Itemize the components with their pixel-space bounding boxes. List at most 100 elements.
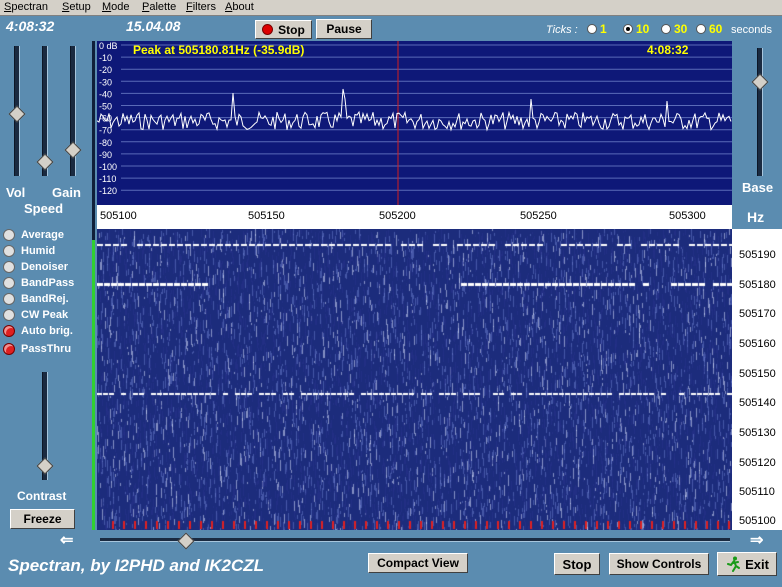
freq-label: 505200 xyxy=(379,210,416,222)
wf-scale-label: 505110 xyxy=(739,486,775,498)
menu-about[interactable]: About xyxy=(225,1,254,13)
menu-mode[interactable]: Mode xyxy=(102,1,130,13)
position-slider-thumb[interactable] xyxy=(177,532,195,550)
wf-scale-label: 505180 xyxy=(739,279,776,291)
clock-display: 4:08:32 xyxy=(6,18,55,34)
ticks-unit: seconds xyxy=(731,24,772,36)
app-credit: Spectran, by I2PHD and IK2CZL xyxy=(8,556,264,575)
spectrum-display[interactable]: 0 dB -10 -20 -30 -40 -50 -60 -70 -80 -90 -100 -110-… xyxy=(97,41,732,205)
option-toggle-icon xyxy=(3,229,15,241)
db-label: 0 dB xyxy=(99,41,118,51)
option-label: PassThru xyxy=(21,343,72,355)
option-humid[interactable]: Humid xyxy=(3,245,55,257)
wf-scale-label: 505100 xyxy=(739,515,776,527)
speed-slider-thumb[interactable] xyxy=(36,153,54,171)
db-label: -40 xyxy=(99,89,112,99)
db-label: -10 xyxy=(99,53,112,63)
wf-scale-label: 505140 xyxy=(739,397,776,409)
tick-option-30[interactable]: 30 xyxy=(661,22,687,36)
date-display: 15.04.08 xyxy=(126,18,181,34)
freq-label: 505100 xyxy=(100,210,137,222)
stop-button-label: Stop xyxy=(278,22,305,37)
show-controls-button[interactable]: Show Controls xyxy=(609,553,709,575)
option-label: BandPass xyxy=(21,277,75,289)
tick-label-30: 30 xyxy=(674,22,688,36)
tick-option-10[interactable]: 10 xyxy=(623,22,649,36)
peak-readout: Peak at 505180.81Hz (-35.9dB) xyxy=(133,43,305,57)
option-toggle-on-icon xyxy=(3,325,15,337)
running-man-icon xyxy=(727,556,741,572)
waterfall-canvas xyxy=(97,229,732,530)
exit-button[interactable]: Exit xyxy=(717,552,777,576)
contrast-slider-thumb[interactable] xyxy=(36,457,54,475)
option-label: Denoiser xyxy=(21,261,69,273)
spectrum-svg: 0 dB-10-20-30-40-50-60-70-80-90-100-110-… xyxy=(97,41,732,205)
position-slider-track[interactable] xyxy=(100,538,730,542)
db-label: -70 xyxy=(99,126,112,136)
option-bandrej[interactable]: BandRej. xyxy=(3,293,69,305)
option-label: CW Peak xyxy=(21,309,69,321)
freq-label: 505300 xyxy=(669,210,706,222)
spectrum-trace xyxy=(97,88,732,132)
level-meter-bg xyxy=(92,41,95,241)
option-cw-peak[interactable]: CW Peak xyxy=(3,309,68,321)
tick-label-10: 10 xyxy=(636,22,650,36)
bottom-stop-button[interactable]: Stop xyxy=(554,553,600,575)
db-label: -100 xyxy=(99,162,117,172)
gain-slider-thumb[interactable] xyxy=(64,141,82,159)
menu-setup[interactable]: Setup xyxy=(62,1,91,13)
waterfall-display[interactable] xyxy=(97,229,732,530)
option-average[interactable]: Average xyxy=(3,229,64,241)
hz-label: Hz xyxy=(747,209,765,225)
db-label: -20 xyxy=(99,65,112,75)
gain-label: Gain xyxy=(52,185,81,200)
freq-label: 505150 xyxy=(248,210,285,222)
wf-scale-label: 505150 xyxy=(739,368,776,380)
option-auto-brig[interactable]: Auto brig. xyxy=(3,325,73,337)
show-controls-label: Show Controls xyxy=(616,557,702,571)
compact-view-button[interactable]: Compact View xyxy=(368,553,468,573)
menu-palette[interactable]: Palette xyxy=(142,1,176,13)
db-label: -110 xyxy=(99,174,116,184)
tick-option-60[interactable]: 60 xyxy=(696,22,722,36)
speed-label: Speed xyxy=(24,201,64,216)
freeze-button[interactable]: Freeze xyxy=(10,509,75,529)
scroll-left-icon[interactable]: ⇐ xyxy=(60,530,73,550)
tick-label-1: 1 xyxy=(600,22,607,36)
stop-dot-icon xyxy=(262,24,274,35)
tick-option-1[interactable]: 1 xyxy=(587,22,607,36)
freq-label: 505250 xyxy=(520,210,557,222)
pause-button[interactable]: Pause xyxy=(316,19,372,39)
vol-slider-thumb[interactable] xyxy=(8,105,26,123)
freeze-label: Freeze xyxy=(23,512,62,526)
option-toggle-icon xyxy=(3,293,15,305)
db-label: -30 xyxy=(99,77,112,87)
radio-icon xyxy=(696,24,706,34)
option-toggle-icon xyxy=(3,277,15,289)
option-denoiser[interactable]: Denoiser xyxy=(3,261,68,273)
option-label: BandRej. xyxy=(21,293,69,305)
pause-button-label: Pause xyxy=(326,22,362,36)
menu-filters[interactable]: Filters xyxy=(186,1,216,13)
base-slider-thumb[interactable] xyxy=(751,73,769,91)
option-toggle-icon xyxy=(3,261,15,273)
db-label: -120 xyxy=(99,186,117,196)
db-label: -50 xyxy=(99,102,112,112)
base-label: Base xyxy=(742,180,774,195)
stop-button[interactable]: Stop xyxy=(255,20,312,39)
radio-icon xyxy=(587,24,597,34)
db-label: -80 xyxy=(99,138,112,148)
scroll-right-icon[interactable]: ⇒ xyxy=(750,530,763,550)
option-label: Average xyxy=(21,229,65,241)
radio-selected-icon xyxy=(623,24,633,34)
level-meter-bar xyxy=(92,240,95,530)
waterfall-scale: 505190 505180 505170 505160 505150 50514… xyxy=(732,229,782,530)
spectrum-time: 4:08:32 xyxy=(647,43,689,57)
option-passthru[interactable]: PassThru xyxy=(3,343,71,355)
contrast-label: Contrast xyxy=(17,489,67,503)
menu-spectran[interactable]: Spectran xyxy=(4,1,48,13)
wf-scale-label: 505170 xyxy=(739,308,776,320)
ticks-label: Ticks : xyxy=(546,24,578,36)
option-bandpass[interactable]: BandPass xyxy=(3,277,74,289)
base-slider-track[interactable] xyxy=(757,48,763,176)
